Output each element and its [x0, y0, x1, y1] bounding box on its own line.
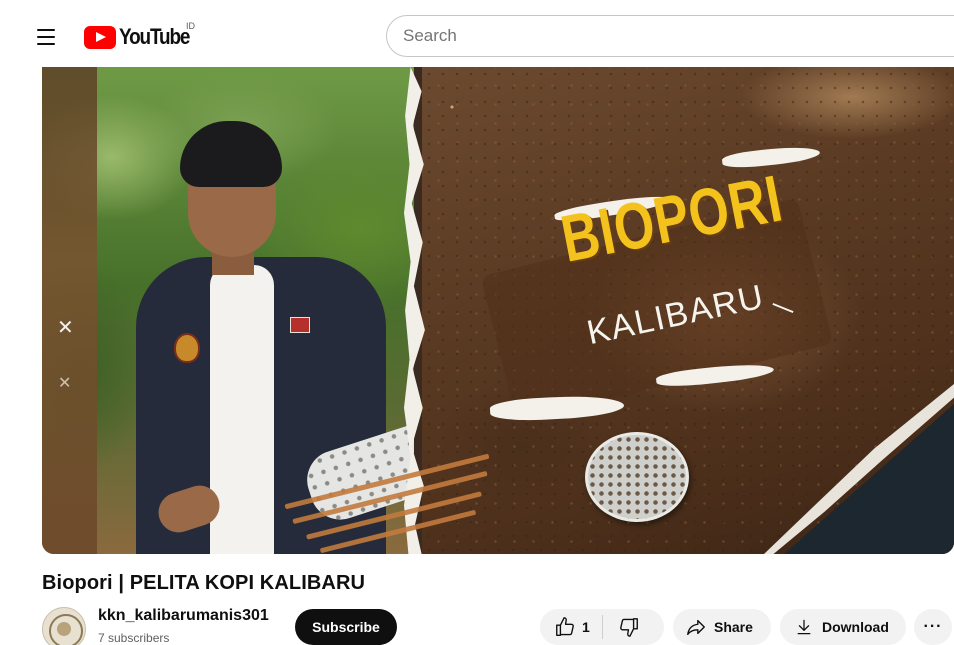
share-button[interactable]: Share	[673, 609, 771, 645]
logo-text: YouTube	[119, 24, 190, 49]
dislike-button[interactable]	[603, 609, 655, 645]
masthead: YouTube ID	[0, 0, 954, 70]
video-player[interactable]: BIOPORI KALIBARU ✕ ✕	[42, 67, 954, 554]
presenter-shirt	[210, 265, 274, 554]
share-arrow-icon	[687, 619, 705, 636]
channel-avatar[interactable]	[42, 607, 86, 645]
thumbnail-presenter	[92, 117, 445, 554]
download-icon	[797, 619, 811, 635]
country-code: ID	[186, 21, 195, 31]
search-box[interactable]	[386, 15, 954, 57]
more-horizontal-icon: ···	[923, 618, 943, 635]
thumbnail-left-strip	[42, 67, 97, 554]
biopori-grate	[585, 432, 689, 522]
video-title: Biopori | PELITA KOPI KALIBARU	[42, 572, 366, 594]
youtube-logo[interactable]: YouTube	[84, 24, 201, 50]
thumbs-down-icon	[619, 618, 638, 637]
menu-line	[37, 43, 55, 45]
menu-line	[37, 29, 55, 31]
search-input[interactable]	[403, 26, 954, 46]
subscriber-count: 7 subscribers	[98, 631, 170, 645]
like-count: 1	[582, 619, 590, 635]
more-actions-button[interactable]: ···	[914, 609, 952, 645]
subscribe-button[interactable]: Subscribe	[295, 609, 397, 645]
like-dislike-group: 1	[540, 609, 664, 645]
hamburger-menu-icon[interactable]	[28, 22, 64, 52]
youtube-play-icon	[84, 25, 116, 49]
share-label: Share	[714, 619, 753, 635]
x-mark-icon: ✕	[57, 317, 74, 339]
jacket-emblem	[174, 333, 200, 363]
presenter-hair	[180, 121, 282, 187]
like-button[interactable]: 1	[540, 609, 602, 645]
download-button[interactable]: Download	[780, 609, 906, 645]
channel-name[interactable]: kkn_kalibarumanis301	[98, 607, 269, 625]
menu-line	[37, 36, 55, 38]
download-label: Download	[822, 619, 889, 635]
jacket-flag-patch	[290, 317, 310, 333]
thumbs-up-icon	[556, 617, 574, 636]
x-mark-icon: ✕	[58, 375, 72, 392]
